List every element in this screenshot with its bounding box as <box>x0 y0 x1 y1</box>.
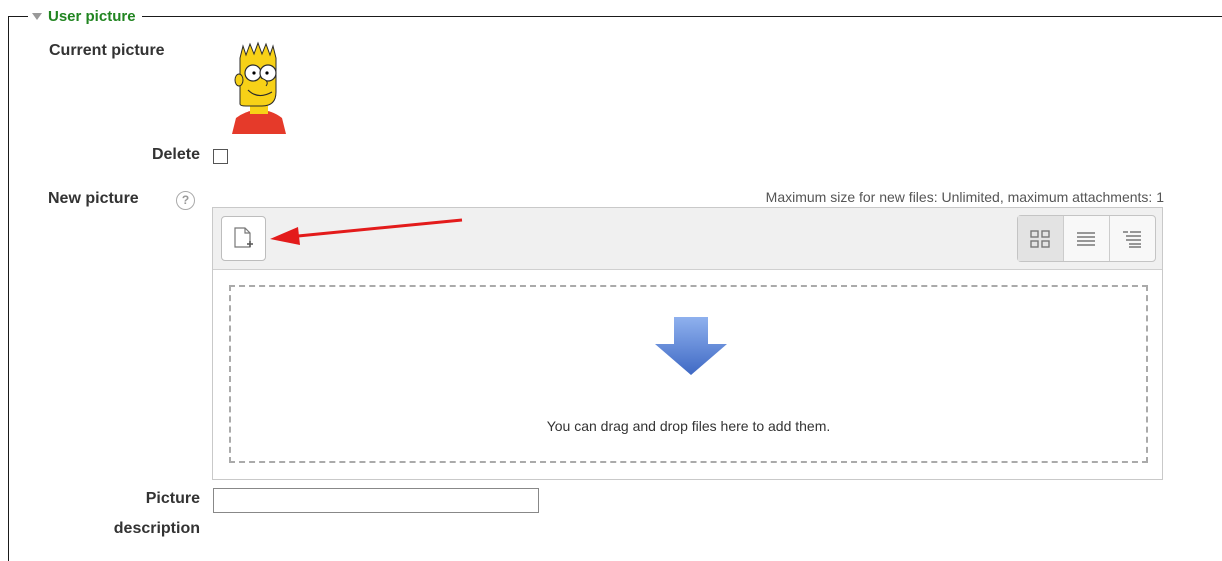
new-picture-label: New picture <box>48 190 139 207</box>
avatar <box>226 40 292 134</box>
max-size-info: Maximum size for new files: Unlimited, m… <box>765 189 1164 205</box>
section-legend[interactable]: User picture <box>28 5 142 27</box>
icons-view-button[interactable] <box>1018 216 1064 261</box>
triangle-down-icon <box>32 13 42 20</box>
delete-label: Delete <box>151 146 200 163</box>
delete-checkbox[interactable] <box>213 149 228 164</box>
down-arrow-icon <box>655 317 727 375</box>
avatar-image <box>232 41 286 134</box>
tree-icon <box>1123 231 1141 248</box>
fieldset-border-top <box>8 16 1222 17</box>
add-file-button[interactable] <box>221 216 266 261</box>
picture-description-input[interactable] <box>213 488 539 513</box>
add-file-icon <box>234 227 253 248</box>
dropzone-text: You can drag and drop files here to add … <box>546 418 831 434</box>
list-view-button[interactable] <box>1064 216 1110 261</box>
user-picture-form: User picture Current picture Delete New … <box>0 0 1222 561</box>
file-dropzone[interactable]: You can drag and drop files here to add … <box>229 285 1148 463</box>
red-arrow-icon <box>270 218 463 245</box>
view-mode-group <box>1017 215 1156 262</box>
tree-view-button[interactable] <box>1110 216 1155 261</box>
picture-description-label-line2: description <box>113 520 200 537</box>
fieldset-border-left <box>8 16 9 561</box>
current-picture-label: Current picture <box>49 42 165 59</box>
grid-icon <box>1030 230 1050 248</box>
list-icon <box>1077 232 1095 246</box>
question-mark-icon[interactable]: ? <box>176 191 195 210</box>
section-title: User picture <box>48 7 136 25</box>
picture-description-label-line1: Picture <box>145 490 200 507</box>
file-manager: You can drag and drop files here to add … <box>212 207 1163 480</box>
